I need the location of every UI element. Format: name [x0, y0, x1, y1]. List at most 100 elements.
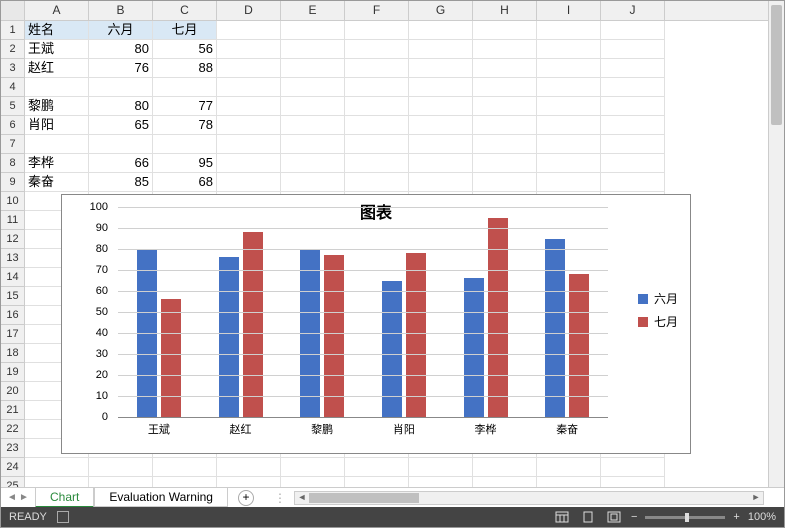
cell[interactable] [409, 135, 473, 154]
cell[interactable] [601, 40, 665, 59]
cell[interactable] [537, 59, 601, 78]
cell[interactable] [25, 135, 89, 154]
zoom-slider[interactable] [645, 516, 725, 519]
cell[interactable]: 88 [153, 59, 217, 78]
bar[interactable] [488, 218, 508, 418]
cell[interactable] [537, 40, 601, 59]
cell[interactable] [153, 135, 217, 154]
cell[interactable] [473, 78, 537, 97]
row-header[interactable]: 10 [1, 192, 25, 211]
cell[interactable] [345, 78, 409, 97]
cell[interactable]: 赵红 [25, 59, 89, 78]
cell[interactable] [537, 116, 601, 135]
col-header-G[interactable]: G [409, 1, 473, 20]
cell[interactable]: 68 [153, 173, 217, 192]
cell[interactable] [601, 477, 665, 487]
row-header[interactable]: 21 [1, 401, 25, 420]
bar[interactable] [219, 257, 239, 417]
cell[interactable]: 王斌 [25, 40, 89, 59]
cell[interactable] [537, 97, 601, 116]
cell[interactable]: 80 [89, 40, 153, 59]
cell[interactable] [537, 135, 601, 154]
row-header[interactable]: 9 [1, 173, 25, 192]
cell[interactable] [409, 21, 473, 40]
cell[interactable] [601, 21, 665, 40]
cell[interactable] [345, 21, 409, 40]
bar[interactable] [243, 232, 263, 417]
page-layout-view-icon[interactable] [579, 510, 597, 524]
cell[interactable] [537, 477, 601, 487]
cell[interactable] [281, 78, 345, 97]
cell[interactable] [473, 173, 537, 192]
cell[interactable]: 65 [89, 116, 153, 135]
add-sheet-button[interactable]: + [238, 490, 254, 506]
cell[interactable]: 78 [153, 116, 217, 135]
row-header[interactable]: 13 [1, 249, 25, 268]
row-header[interactable]: 1 [1, 21, 25, 40]
cell[interactable] [601, 135, 665, 154]
row-header[interactable]: 24 [1, 458, 25, 477]
cell[interactable] [89, 135, 153, 154]
cell[interactable] [345, 59, 409, 78]
cell[interactable]: 77 [153, 97, 217, 116]
select-all-corner[interactable] [1, 1, 25, 20]
cell[interactable] [345, 477, 409, 487]
cell[interactable] [409, 173, 473, 192]
cell[interactable] [473, 458, 537, 477]
cell[interactable] [537, 458, 601, 477]
cell[interactable] [217, 21, 281, 40]
cell[interactable] [217, 477, 281, 487]
cell[interactable] [409, 116, 473, 135]
cell[interactable] [153, 78, 217, 97]
row-header[interactable]: 14 [1, 268, 25, 287]
cell[interactable]: 76 [89, 59, 153, 78]
col-header-J[interactable]: J [601, 1, 665, 20]
zoom-out-button[interactable]: − [631, 511, 637, 523]
cell[interactable] [281, 458, 345, 477]
cell[interactable]: 80 [89, 97, 153, 116]
cell[interactable]: 56 [153, 40, 217, 59]
cell[interactable] [601, 59, 665, 78]
cell[interactable] [217, 135, 281, 154]
vertical-scroll-thumb[interactable] [771, 5, 782, 125]
vertical-scrollbar[interactable] [768, 1, 784, 487]
cell[interactable] [281, 173, 345, 192]
cell[interactable] [281, 477, 345, 487]
cell[interactable] [281, 154, 345, 173]
hscroll-left-icon[interactable]: ◄ [295, 492, 309, 502]
macro-record-icon[interactable] [57, 511, 69, 523]
cell[interactable] [473, 21, 537, 40]
cell[interactable]: 姓名 [25, 21, 89, 40]
cell[interactable] [345, 154, 409, 173]
normal-view-icon[interactable] [553, 510, 571, 524]
cell[interactable] [25, 458, 89, 477]
row-header[interactable]: 8 [1, 154, 25, 173]
sheet-tab[interactable]: Chart [35, 488, 94, 508]
cell[interactable] [217, 78, 281, 97]
cell[interactable]: 六月 [89, 21, 153, 40]
cell[interactable] [537, 173, 601, 192]
cell[interactable] [345, 135, 409, 154]
cell[interactable] [217, 59, 281, 78]
cell[interactable]: 85 [89, 173, 153, 192]
horizontal-scrollbar[interactable]: ◄ ► [294, 491, 764, 505]
col-header-D[interactable]: D [217, 1, 281, 20]
cell[interactable] [473, 59, 537, 78]
col-header-B[interactable]: B [89, 1, 153, 20]
cell[interactable] [281, 40, 345, 59]
row-header[interactable]: 22 [1, 420, 25, 439]
cell[interactable] [345, 40, 409, 59]
cell[interactable] [601, 154, 665, 173]
zoom-level[interactable]: 100% [748, 511, 776, 523]
cell[interactable] [281, 97, 345, 116]
row-header[interactable]: 17 [1, 325, 25, 344]
cell[interactable] [217, 458, 281, 477]
cell[interactable] [537, 78, 601, 97]
cell[interactable]: 黎鹏 [25, 97, 89, 116]
row-header[interactable]: 5 [1, 97, 25, 116]
cell[interactable] [537, 154, 601, 173]
row-header[interactable]: 19 [1, 363, 25, 382]
cell[interactable] [345, 458, 409, 477]
row-header[interactable]: 3 [1, 59, 25, 78]
zoom-slider-thumb[interactable] [685, 513, 689, 522]
